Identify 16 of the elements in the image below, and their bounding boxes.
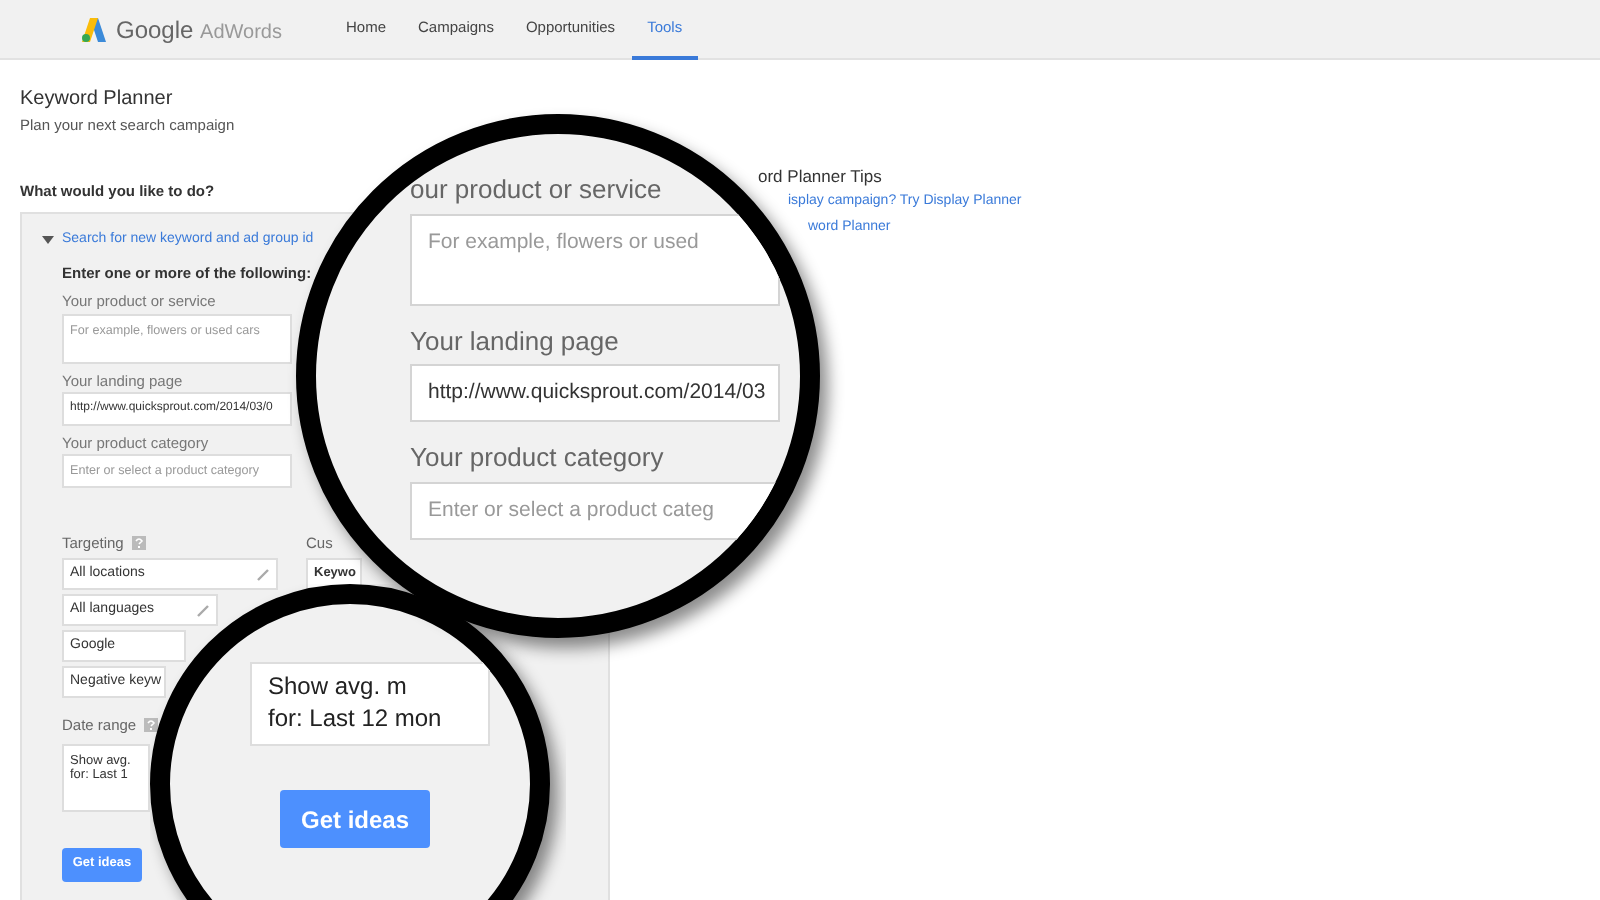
field-label: our product or service xyxy=(410,174,662,206)
input-field[interactable]: http://www.quicksprout.com/2014/03 xyxy=(410,364,780,423)
tips-heading: ord Planner Tips xyxy=(758,166,884,187)
pencil-icon xyxy=(196,603,210,618)
pencil-icon xyxy=(256,567,270,582)
page-title: Keyword Planner xyxy=(20,86,175,114)
product-name: AdWords xyxy=(200,21,282,43)
logo-icon xyxy=(80,15,108,43)
logo-text: Google xyxy=(116,15,194,43)
date-range-text: Show avg. m xyxy=(268,672,409,704)
field-label: Your landing page xyxy=(410,325,619,357)
help-icon xyxy=(131,536,146,551)
field-label: Your product category xyxy=(410,442,664,474)
help-icon xyxy=(144,718,159,733)
date-range-box[interactable]: Show avg. m for: Last 12 mon xyxy=(250,662,490,746)
date-range-text: for: Last 12 mon xyxy=(268,703,444,735)
